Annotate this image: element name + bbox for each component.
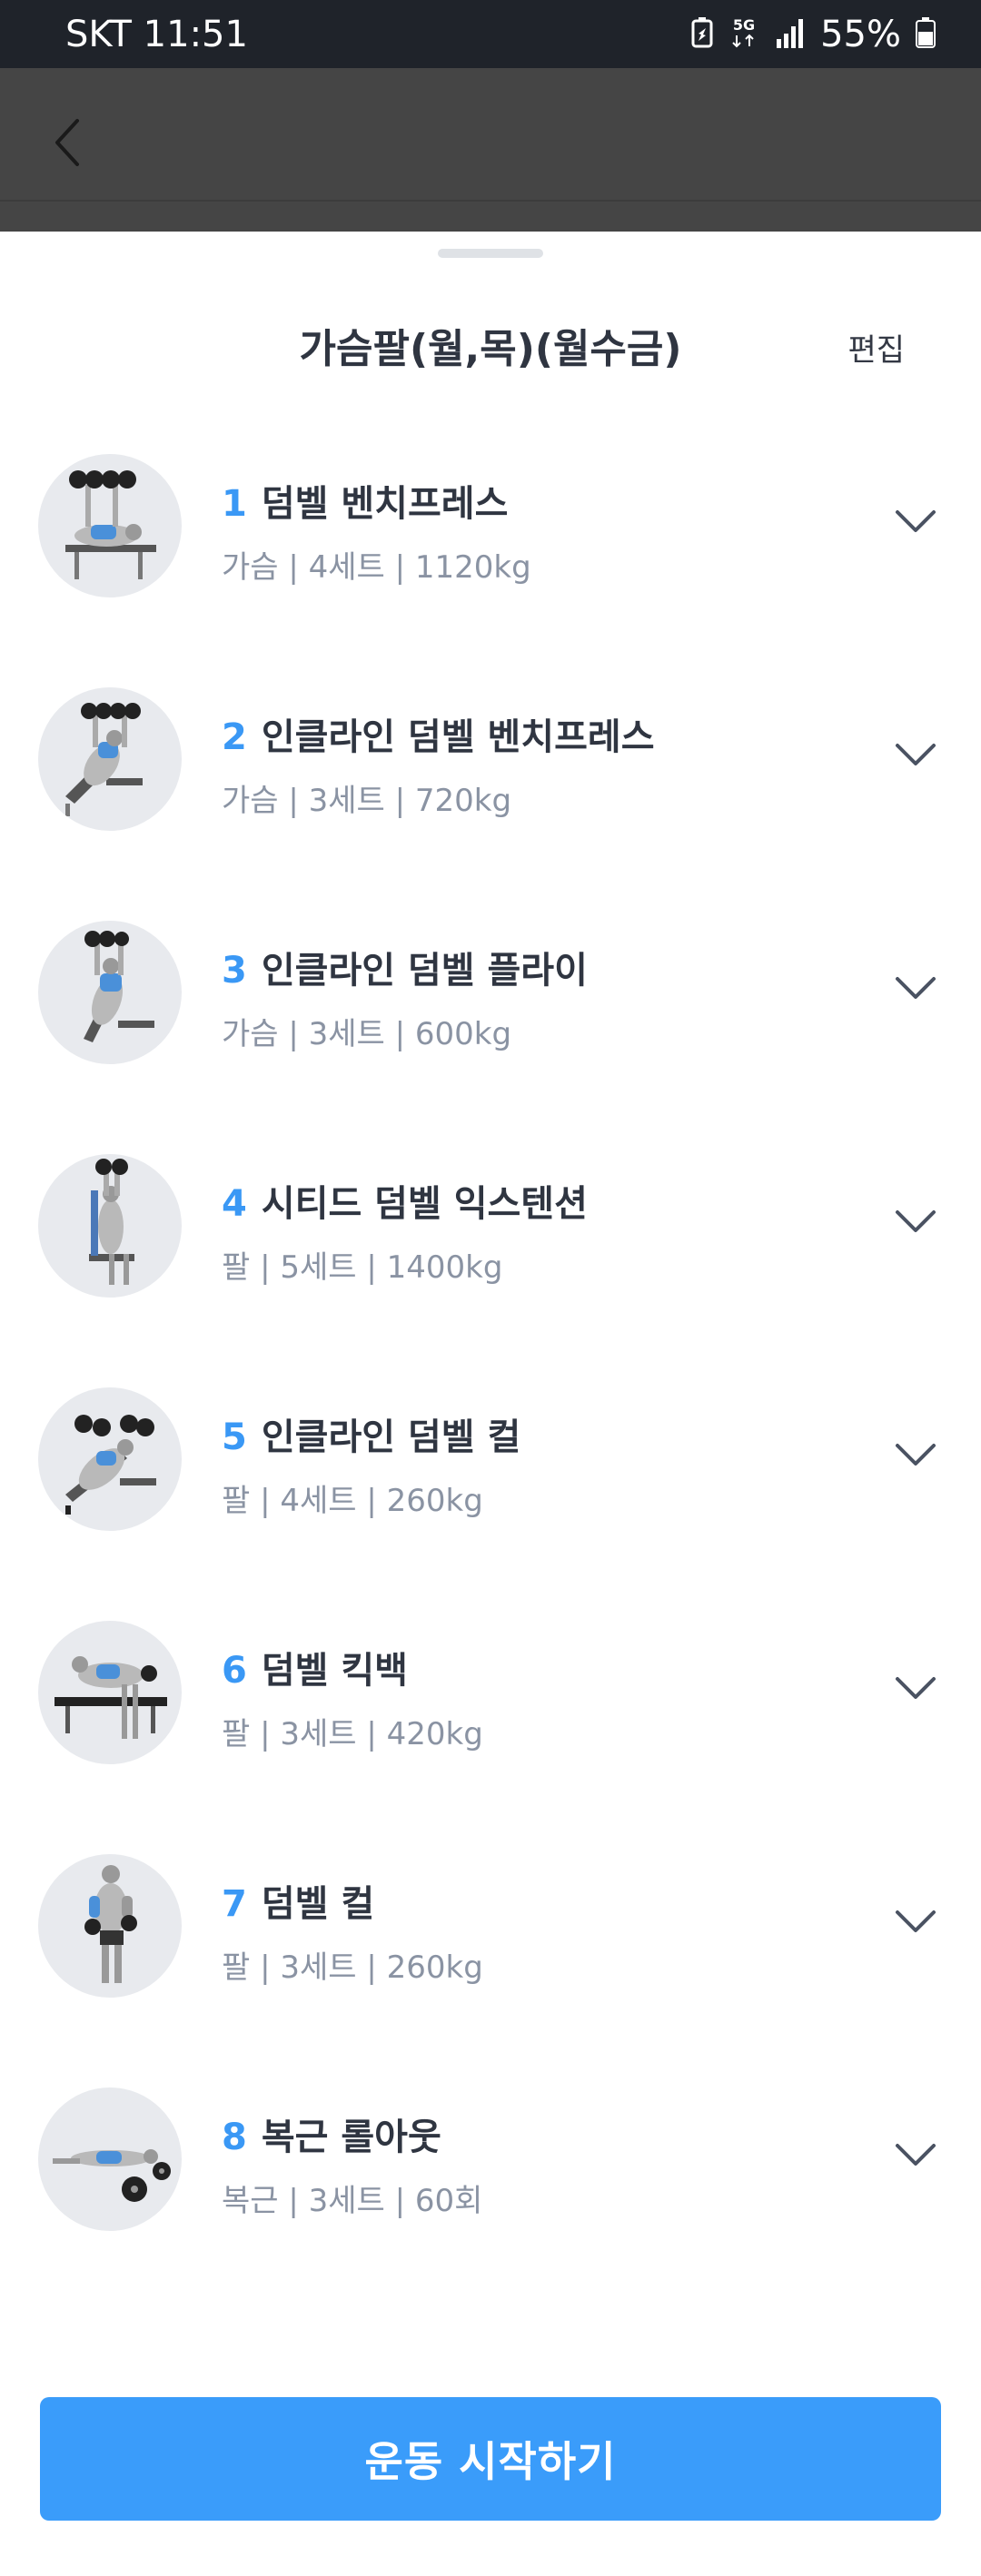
exercise-name: 복근 롤아웃 (261, 2117, 441, 2158)
chevron-down-icon[interactable] (894, 2141, 937, 2168)
routine-title: 가슴팔(월,목)(월수금) (299, 326, 682, 372)
exercise-number: 2 (222, 716, 247, 758)
kickback-illustration-icon (54, 1656, 167, 1739)
network-5g-icon: 5G (728, 15, 760, 54)
start-workout-button[interactable]: 운동 시작하기 (40, 2397, 941, 2521)
exercise-thumbnail (38, 1621, 182, 1764)
chevron-down-icon[interactable] (894, 1208, 937, 1235)
exercise-name: 인클라인 덤벨 컬 (261, 1416, 521, 1458)
battery-saver-icon (691, 17, 713, 52)
battery-icon (916, 17, 936, 52)
edit-button[interactable]: 편집 (847, 331, 905, 370)
status-icons: 5G 55% (691, 13, 936, 56)
exercise-row[interactable]: 7 덤벨 컬 팔 | 3세트 | 260kg (0, 1854, 981, 2087)
exercise-thumbnail (38, 1387, 182, 1531)
status-bar: SKT 11:51 5G 55% (0, 0, 981, 68)
exercise-title: 6 덤벨 킥백 (222, 1648, 408, 1693)
exercise-thumbnail (38, 2087, 182, 2231)
exercise-number: 4 (222, 1183, 247, 1225)
incline-curl-illustration-icon (65, 1415, 156, 1515)
battery-percentage: 55% (820, 14, 901, 55)
exercise-title: 8 복근 롤아웃 (222, 2115, 441, 2160)
seated-extension-illustration-icon (89, 1159, 134, 1285)
network-5g-label: 5G (733, 16, 755, 34)
exercise-list: 1 덤벨 벤치프레스 가슴 | 4세트 | 1120kg 2 인클라인 덤벨 벤… (0, 454, 981, 2321)
chevron-left-icon[interactable] (50, 115, 86, 170)
exercise-row[interactable]: 6 덤벨 킥백 팔 | 3세트 | 420kg (0, 1621, 981, 1854)
exercise-meta: 가슴 | 3세트 | 600kg (222, 1016, 512, 1052)
exercise-name: 덤벨 벤치프레스 (261, 483, 509, 525)
exercise-number: 7 (222, 1883, 247, 1925)
exercise-thumbnail (38, 687, 182, 831)
exercise-title: 4 시티드 덤벨 익스텐션 (222, 1181, 588, 1227)
exercise-row[interactable]: 2 인클라인 덤벨 벤치프레스 가슴 | 3세트 | 720kg (0, 687, 981, 921)
chevron-down-icon[interactable] (894, 974, 937, 1002)
divider (0, 200, 981, 202)
incline-bench-press-illustration-icon (65, 703, 143, 816)
chevron-down-icon[interactable] (894, 508, 937, 535)
exercise-title: 5 인클라인 덤벨 컬 (222, 1415, 520, 1460)
exercise-title: 1 덤벨 벤치프레스 (222, 481, 508, 527)
chevron-down-icon[interactable] (894, 1674, 937, 1702)
exercise-number: 5 (222, 1416, 247, 1458)
exercise-thumbnail (38, 921, 182, 1064)
signal-icon (775, 17, 806, 52)
chevron-down-icon[interactable] (894, 1908, 937, 1935)
exercise-number: 3 (222, 950, 247, 992)
exercise-title: 2 인클라인 덤벨 벤치프레스 (222, 715, 655, 760)
exercise-row[interactable]: 3 인클라인 덤벨 플라이 가슴 | 3세트 | 600kg (0, 921, 981, 1154)
exercise-name: 덤벨 킥백 (261, 1650, 408, 1692)
routine-bottom-sheet: 가슴팔(월,목)(월수금) 편집 1 덤벨 벤치프레스 가슴 | 4세트 | 1… (0, 232, 981, 2576)
exercise-number: 8 (222, 2117, 247, 2158)
exercise-title: 7 덤벨 컬 (222, 1881, 374, 1927)
exercise-row[interactable]: 5 인클라인 덤벨 컬 팔 | 4세트 | 260kg (0, 1387, 981, 1621)
exercise-meta: 가슴 | 4세트 | 1120kg (222, 549, 531, 586)
exercise-number: 6 (222, 1650, 247, 1692)
exercise-thumbnail (38, 1154, 182, 1298)
incline-fly-illustration-icon (84, 931, 154, 1042)
chevron-down-icon[interactable] (894, 1441, 937, 1468)
exercise-meta: 팔 | 4세트 | 260kg (222, 1483, 483, 1519)
exercise-name: 인클라인 덤벨 벤치프레스 (261, 716, 655, 758)
exercise-name: 인클라인 덤벨 플라이 (261, 950, 588, 992)
exercise-thumbnail (38, 454, 182, 597)
exercise-row[interactable]: 8 복근 롤아웃 복근 | 3세트 | 60회 (0, 2087, 981, 2321)
exercise-thumbnail (38, 1854, 182, 1998)
exercise-meta: 가슴 | 3세트 | 720kg (222, 783, 512, 819)
status-carrier-time: SKT 11:51 (65, 14, 248, 55)
exercise-title: 3 인클라인 덤벨 플라이 (222, 948, 588, 993)
drag-handle[interactable] (438, 249, 543, 258)
exercise-meta: 팔 | 5세트 | 1400kg (222, 1249, 503, 1286)
start-workout-label: 운동 시작하기 (364, 2437, 617, 2486)
bench-press-illustration-icon (65, 470, 156, 579)
exercise-name: 덤벨 컬 (261, 1883, 375, 1925)
backdrop-overlay[interactable] (0, 68, 981, 232)
chevron-down-icon[interactable] (894, 741, 937, 768)
exercise-meta: 팔 | 3세트 | 420kg (222, 1716, 483, 1752)
exercise-row[interactable]: 1 덤벨 벤치프레스 가슴 | 4세트 | 1120kg (0, 454, 981, 687)
exercise-meta: 복근 | 3세트 | 60회 (222, 2183, 483, 2219)
ab-rollout-illustration-icon (53, 2149, 171, 2202)
curl-illustration-icon (84, 1865, 137, 1983)
exercise-meta: 팔 | 3세트 | 260kg (222, 1949, 483, 1986)
exercise-name: 시티드 덤벨 익스텐션 (261, 1183, 588, 1225)
exercise-row[interactable]: 4 시티드 덤벨 익스텐션 팔 | 5세트 | 1400kg (0, 1154, 981, 1387)
exercise-number: 1 (222, 483, 247, 525)
